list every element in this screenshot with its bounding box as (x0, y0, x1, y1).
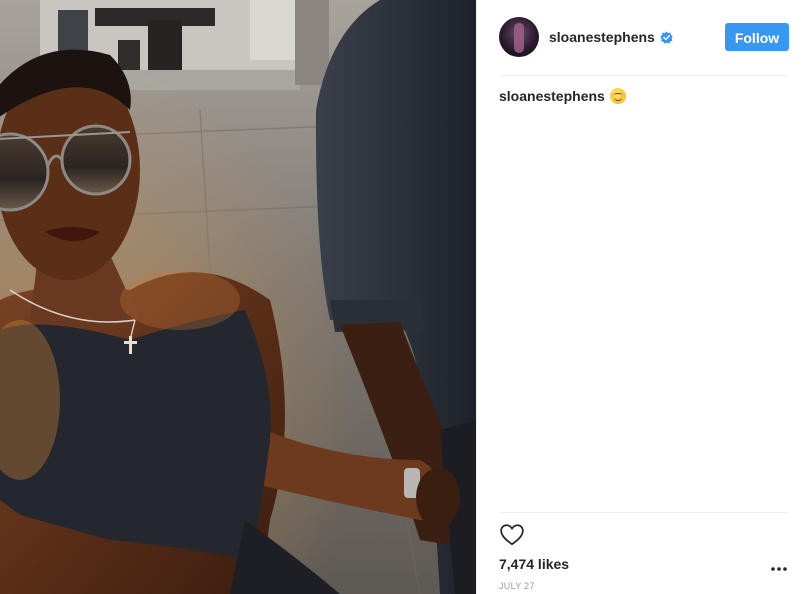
verified-badge-icon (660, 30, 673, 44)
actions-divider (499, 512, 789, 513)
caption-username-link[interactable]: sloanestephens (499, 88, 605, 104)
header-divider (499, 75, 789, 76)
photo-illustration (0, 0, 476, 594)
smiling-face-emoji (609, 88, 626, 104)
instagram-post: sloanestephens Follow sloanestephens 7,4… (0, 0, 806, 594)
avatar[interactable] (499, 17, 539, 57)
post-caption: sloanestephens (499, 88, 626, 104)
username-link[interactable]: sloanestephens (549, 29, 655, 45)
heart-icon[interactable] (499, 522, 525, 548)
post-date[interactable]: JULY 27 (499, 581, 535, 591)
post-photo[interactable] (0, 0, 476, 594)
post-header: sloanestephens Follow (499, 16, 789, 58)
post-details-panel: sloanestephens Follow sloanestephens 7,4… (476, 0, 806, 594)
follow-button[interactable]: Follow (725, 23, 789, 51)
likes-count[interactable]: 7,474 likes (499, 556, 569, 572)
more-options-icon[interactable] (770, 561, 788, 575)
